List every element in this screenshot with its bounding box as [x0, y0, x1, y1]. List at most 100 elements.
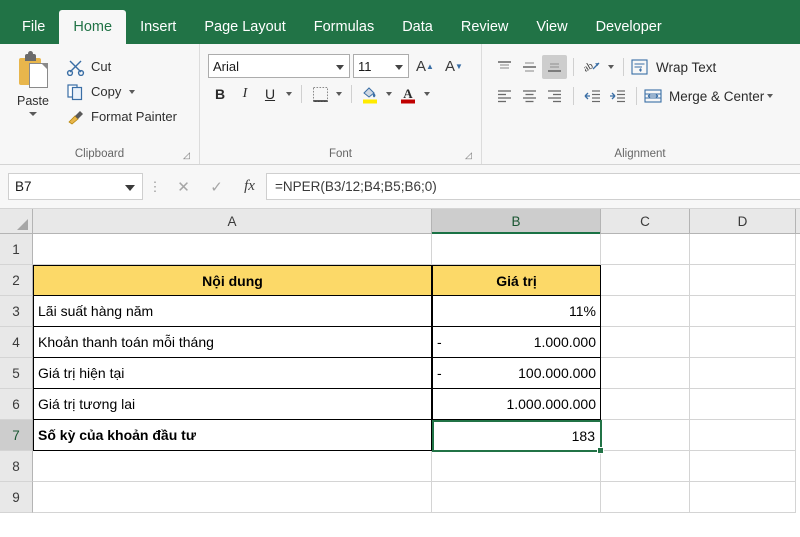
increase-indent-button[interactable]	[605, 84, 630, 108]
cell-d3[interactable]	[690, 296, 796, 327]
underline-button[interactable]: U	[258, 82, 282, 106]
cell-a7[interactable]: Số kỳ của khoản đầu tư	[33, 420, 432, 451]
font-name-caret-icon[interactable]	[336, 65, 344, 70]
row-header-4[interactable]: 4	[0, 327, 33, 358]
cell-a2[interactable]: Nội dung	[33, 265, 432, 296]
row-header-7[interactable]: 7	[0, 420, 33, 451]
cell-b4[interactable]: - 1.000.000	[432, 327, 601, 358]
cell-b9[interactable]	[432, 482, 601, 513]
name-box-caret-icon[interactable]	[125, 185, 135, 191]
cell-a9[interactable]	[33, 482, 432, 513]
cell-c7[interactable]	[601, 420, 690, 451]
cell-c6[interactable]	[601, 389, 690, 420]
cell-d2[interactable]	[690, 265, 796, 296]
decrease-font-size-button[interactable]: A▼	[441, 54, 467, 78]
fill-color-dropdown-caret-icon[interactable]	[386, 92, 392, 96]
active-cell-b7[interactable]: 183	[432, 420, 602, 452]
cell-d9[interactable]	[690, 482, 796, 513]
align-bottom-button[interactable]	[542, 55, 567, 79]
tab-file[interactable]: File	[8, 10, 59, 44]
font-color-button[interactable]: A	[396, 82, 420, 106]
format-painter-button[interactable]: Format Painter	[62, 104, 181, 129]
align-right-button[interactable]	[542, 84, 567, 108]
borders-button[interactable]	[308, 82, 332, 106]
column-header-a[interactable]: A	[33, 209, 432, 233]
underline-dropdown-caret-icon[interactable]	[286, 92, 292, 96]
cell-d5[interactable]	[690, 358, 796, 389]
formula-bar-grip[interactable]: ⋮	[143, 179, 167, 195]
cancel-formula-button[interactable]: ✕	[167, 173, 200, 200]
cell-d1[interactable]	[690, 234, 796, 265]
merge-center-dropdown-caret-icon[interactable]	[767, 94, 773, 98]
align-top-button[interactable]	[492, 55, 517, 79]
cut-button[interactable]: Cut	[62, 54, 181, 79]
clipboard-dialog-launcher[interactable]: ◿	[183, 150, 193, 160]
cell-b8[interactable]	[432, 451, 601, 482]
align-middle-button[interactable]	[517, 55, 542, 79]
cell-c2[interactable]	[601, 265, 690, 296]
insert-function-button[interactable]: fx	[233, 173, 266, 200]
cell-c1[interactable]	[601, 234, 690, 265]
row-header-5[interactable]: 5	[0, 358, 33, 389]
tab-developer[interactable]: Developer	[582, 10, 676, 44]
cell-c5[interactable]	[601, 358, 690, 389]
copy-dropdown-caret-icon[interactable]	[129, 90, 135, 94]
row-header-9[interactable]: 9	[0, 482, 33, 513]
tab-page-layout[interactable]: Page Layout	[190, 10, 299, 44]
copy-button[interactable]: Copy	[62, 79, 181, 104]
cell-d7[interactable]	[690, 420, 796, 451]
cell-b5[interactable]: - 100.000.000	[432, 358, 601, 389]
cell-a4[interactable]: Khoản thanh toán mỗi tháng	[33, 327, 432, 358]
italic-button[interactable]: I	[233, 82, 257, 106]
column-header-b[interactable]: B	[432, 209, 601, 233]
fill-handle[interactable]	[597, 447, 604, 454]
cell-b1[interactable]	[432, 234, 601, 265]
font-color-dropdown-caret-icon[interactable]	[424, 92, 430, 96]
decrease-indent-button[interactable]	[580, 84, 605, 108]
confirm-formula-button[interactable]: ✓	[200, 173, 233, 200]
tab-view[interactable]: View	[522, 10, 581, 44]
row-header-6[interactable]: 6	[0, 389, 33, 420]
tab-review[interactable]: Review	[447, 10, 523, 44]
orientation-button[interactable]: ab	[580, 55, 605, 79]
font-size-combo[interactable]: 11	[353, 54, 409, 78]
paste-button[interactable]: Paste	[4, 50, 62, 144]
cell-c8[interactable]	[601, 451, 690, 482]
cell-b3[interactable]: 11%	[432, 296, 601, 327]
name-box[interactable]: B7	[8, 173, 143, 200]
font-size-caret-icon[interactable]	[395, 65, 403, 70]
font-dialog-launcher[interactable]: ◿	[465, 150, 475, 160]
cell-a1[interactable]	[33, 234, 432, 265]
tab-insert[interactable]: Insert	[126, 10, 190, 44]
formula-input[interactable]: =NPER(B3/12;B4;B5;B6;0)	[266, 173, 800, 200]
cell-a6[interactable]: Giá trị tương lai	[33, 389, 432, 420]
cell-d4[interactable]	[690, 327, 796, 358]
orientation-dropdown-caret-icon[interactable]	[608, 65, 614, 69]
tab-formulas[interactable]: Formulas	[300, 10, 388, 44]
column-header-c[interactable]: C	[601, 209, 690, 233]
borders-dropdown-caret-icon[interactable]	[336, 92, 342, 96]
cell-b2[interactable]: Giá trị	[432, 265, 601, 296]
increase-font-size-button[interactable]: A▲	[412, 54, 438, 78]
select-all-corner[interactable]	[0, 209, 33, 233]
row-header-3[interactable]: 3	[0, 296, 33, 327]
cell-d8[interactable]	[690, 451, 796, 482]
wrap-text-button[interactable]: Wrap Text	[630, 55, 716, 79]
cell-c3[interactable]	[601, 296, 690, 327]
tab-home[interactable]: Home	[59, 10, 126, 44]
cell-c4[interactable]	[601, 327, 690, 358]
cell-a5[interactable]: Giá trị hiện tại	[33, 358, 432, 389]
merge-center-button[interactable]: Merge & Center	[643, 84, 776, 108]
align-center-button[interactable]	[517, 84, 542, 108]
row-header-8[interactable]: 8	[0, 451, 33, 482]
cell-a3[interactable]: Lãi suất hàng năm	[33, 296, 432, 327]
cell-b6[interactable]: 1.000.000.000	[432, 389, 601, 420]
tab-data[interactable]: Data	[388, 10, 447, 44]
paste-dropdown-caret-icon[interactable]	[29, 112, 37, 116]
bold-button[interactable]: B	[208, 82, 232, 106]
font-name-combo[interactable]: Arial	[208, 54, 350, 78]
cell-d6[interactable]	[690, 389, 796, 420]
fill-color-button[interactable]	[358, 82, 382, 106]
column-header-d[interactable]: D	[690, 209, 796, 233]
cell-c9[interactable]	[601, 482, 690, 513]
